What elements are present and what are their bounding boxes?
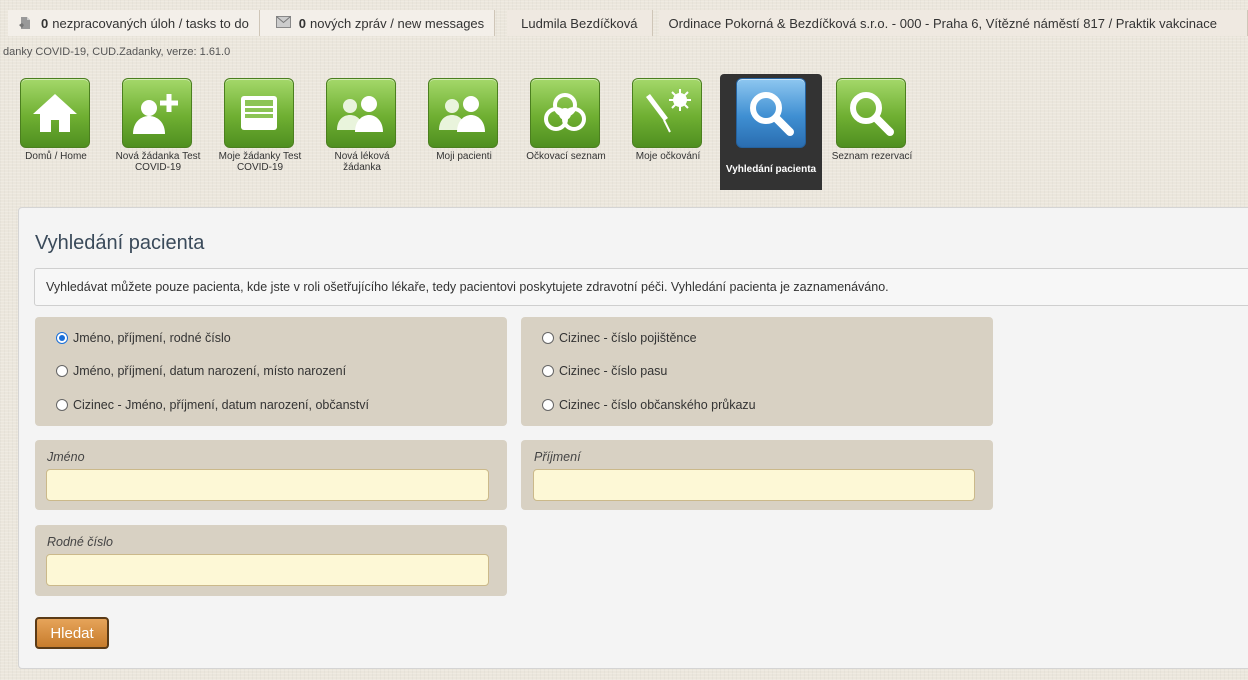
nav-reservations-label: Seznam rezervací: [831, 151, 913, 162]
organization-name[interactable]: Ordinace Pokorná & Bezdíčková s.r.o. - 0…: [658, 10, 1248, 36]
version-info: danky COVID-19, CUD.Zadanky, verze: 1.61…: [3, 46, 231, 58]
first-name-field[interactable]: [46, 469, 489, 501]
last-name-label: Příjmení: [534, 450, 581, 464]
nav-new-covid-request[interactable]: Nová žádanka Test COVID-19: [112, 74, 204, 190]
messages-count: 0: [298, 15, 307, 31]
radio-foreigner-passport-number[interactable]: Cizinec - číslo pasu: [542, 364, 667, 378]
radio-button[interactable]: [542, 399, 554, 411]
search-icon: [836, 78, 906, 148]
page-title: Vyhledání pacienta: [35, 232, 205, 254]
top-bar: 0 nezpracovaných úloh / tasks to do 0 no…: [8, 10, 1248, 36]
nav-my-vaccinations-label: Moje očkování: [635, 151, 701, 162]
home-icon: [20, 78, 90, 148]
document-icon: [18, 16, 33, 30]
patients-icon: [428, 78, 498, 148]
inbox-tray-icon: [224, 78, 294, 148]
nav-my-covid-requests[interactable]: Moje žádanky Test COVID-19: [214, 74, 306, 190]
nav-my-covid-requests-label: Moje žádanky Test COVID-19: [218, 151, 302, 173]
radio-button[interactable]: [56, 332, 68, 344]
radio-foreigner-name-birthdate-citizenship[interactable]: Cizinec - Jméno, příjmení, datum narozen…: [56, 398, 369, 412]
nav-patient-search[interactable]: Vyhledání pacienta: [720, 74, 822, 190]
radio-name-surname-birth-number[interactable]: Jméno, příjmení, rodné číslo: [56, 331, 231, 345]
radio-button[interactable]: [542, 365, 554, 377]
nav-new-covid-request-label: Nová žádanka Test COVID-19: [115, 151, 201, 173]
nav-my-patients[interactable]: Moji pacienti: [418, 74, 510, 190]
radio-button[interactable]: [542, 332, 554, 344]
birth-number-label: Rodné číslo: [47, 535, 114, 549]
radio-label: Cizinec - Jméno, příjmení, datum narozen…: [73, 398, 369, 412]
biohazard-icon: [530, 78, 600, 148]
tasks-text: nezpracovaných úloh / tasks to do: [52, 15, 249, 31]
radio-label: Cizinec - číslo pojištěnce: [559, 331, 697, 345]
radio-label: Cizinec - číslo občanského průkazu: [559, 398, 756, 412]
first-name-label: Jméno: [47, 450, 85, 464]
radio-foreigner-id-card-number[interactable]: Cizinec - číslo občanského průkazu: [542, 398, 756, 412]
nav-home[interactable]: Domů / Home: [10, 74, 102, 190]
radio-button[interactable]: [56, 399, 68, 411]
radio-label: Cizinec - číslo pasu: [559, 364, 668, 378]
nav-my-vaccinations[interactable]: Moje očkování: [622, 74, 714, 190]
nav-my-patients-label: Moji pacienti: [436, 151, 492, 162]
search-button[interactable]: Hledat: [35, 617, 109, 649]
user-name[interactable]: Ludmila Bezdíčková: [507, 10, 653, 36]
radio-foreigner-insurance-number[interactable]: Cizinec - číslo pojištěnce: [542, 331, 697, 345]
birth-number-field[interactable]: [46, 554, 489, 586]
nav-home-label: Domů / Home: [25, 151, 87, 162]
messages-text: nových zpráv / new messages: [310, 15, 485, 31]
nav-new-drug-request-label: Nová léková žádanka: [334, 151, 390, 173]
radio-label: Jméno, příjmení, rodné číslo: [73, 331, 231, 345]
radio-button[interactable]: [56, 365, 68, 377]
envelope-icon: [275, 16, 291, 30]
magnifier-icon: [736, 78, 806, 148]
syringe-icon: [632, 78, 702, 148]
radio-label: Jméno, příjmení, datum narození, místo n…: [73, 364, 347, 378]
tasks-count: 0: [41, 15, 49, 31]
tasks-link[interactable]: 0 nezpracovaných úloh / tasks to do: [8, 10, 260, 36]
messages-link[interactable]: 0 nových zpráv / new messages: [259, 10, 496, 36]
nav-patient-search-label: Vyhledání pacienta: [725, 164, 817, 175]
nav-reservations[interactable]: Seznam rezervací: [826, 74, 918, 190]
info-message: Vyhledávat můžete pouze pacienta, kde js…: [34, 268, 1248, 306]
users-icon: [326, 78, 396, 148]
last-name-field[interactable]: [533, 469, 975, 501]
radio-name-surname-birthdate-place[interactable]: Jméno, příjmení, datum narození, místo n…: [56, 364, 346, 378]
nav-vaccination-list[interactable]: Očkovací seznam: [520, 74, 612, 190]
add-user-icon: [122, 78, 192, 148]
nav-new-drug-request[interactable]: Nová léková žádanka: [316, 74, 408, 190]
nav-vaccination-list-label: Očkovací seznam: [526, 151, 606, 162]
